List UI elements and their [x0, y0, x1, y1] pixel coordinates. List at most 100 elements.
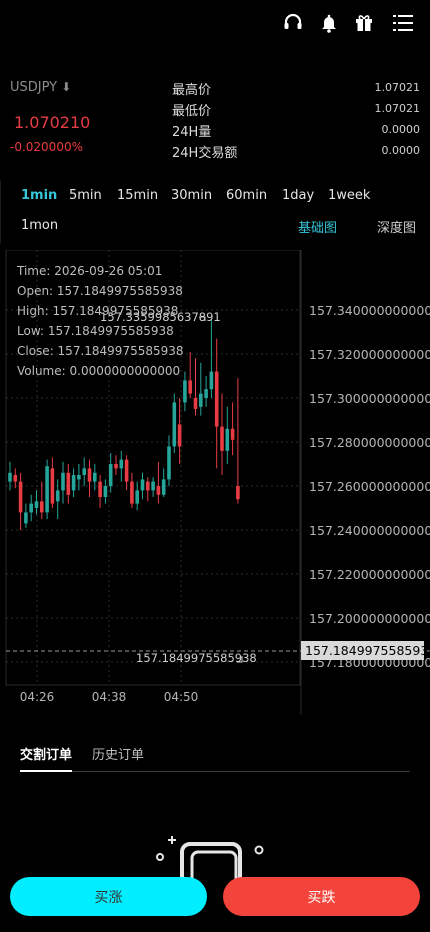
candle-body	[220, 426, 224, 451]
candle-body	[55, 490, 60, 502]
y-tick-label: 157.2600000000000	[309, 479, 430, 494]
candle-body	[177, 424, 182, 447]
period-5min[interactable]: 5min	[69, 188, 102, 203]
candle-body	[135, 490, 139, 504]
ohlc-volume: Volume: 0.0000000000000	[17, 364, 181, 378]
candle-body	[172, 402, 177, 447]
candle-body	[8, 472, 12, 482]
ohlc-high: High: 157.1849975585938	[17, 304, 179, 318]
candle-body	[140, 479, 145, 491]
x-tick-label: 04:50	[164, 690, 199, 704]
candle-body	[66, 472, 71, 495]
candle-body	[13, 475, 18, 482]
y-tick-label: 157.3400000000000	[309, 303, 430, 318]
gift-icon[interactable]	[353, 12, 375, 34]
candle-body	[151, 481, 155, 491]
order-tabs: 交割订单 历史订单	[20, 740, 410, 772]
candle-body	[225, 428, 230, 451]
chart-canvas[interactable]: 157.3400000000000 157.3200000000000 157.30…	[0, 250, 430, 715]
candle-body	[156, 486, 161, 495]
period-1min[interactable]: 1min	[21, 188, 57, 203]
stat-high-label: 最高价	[172, 83, 212, 98]
candle-body	[77, 475, 81, 480]
y-tick-label: 157.2200000000000	[309, 567, 430, 582]
buy-down-button[interactable]: 买跌	[223, 877, 420, 916]
tab-history-orders[interactable]: 历史订单	[92, 744, 144, 763]
candle-body	[209, 371, 214, 390]
candle-body	[114, 464, 118, 469]
candle-body	[87, 468, 92, 482]
ticker-panel: USDJPY ⬇ 1.070210 -0.020000% 最高价 1.07021…	[0, 78, 430, 170]
candle-body	[204, 389, 208, 398]
candle-body	[50, 468, 55, 504]
candle-body	[236, 486, 240, 500]
candlestick-chart[interactable]: 157.3400000000000 157.3200000000000 157.30…	[0, 250, 430, 715]
chart-type-basic[interactable]: 基础图	[298, 217, 337, 236]
header-actions	[0, 12, 430, 36]
ohlc-close: Close: 157.1849975585938	[17, 344, 184, 358]
symbol-label: USDJPY	[10, 80, 58, 95]
last-price-label: 157.1849975585938	[136, 651, 257, 665]
y-tick-label: 157.3000000000000	[309, 391, 430, 406]
y-tick-label: 157.2000000000000	[309, 611, 430, 626]
price-change: -0.020000%	[10, 140, 83, 154]
stat-low-label: 最低价	[172, 104, 212, 119]
x-tick-label: 04:38	[92, 690, 127, 704]
candle-body	[183, 380, 187, 403]
candle-body	[82, 468, 86, 475]
period-1day[interactable]: 1day	[282, 188, 314, 203]
candle-body	[98, 481, 102, 497]
y-tick-label: 157.2800000000000	[309, 435, 430, 450]
tab-delivery-orders[interactable]: 交割订单	[20, 744, 72, 763]
candle-body	[146, 481, 150, 491]
candle-body	[29, 503, 33, 513]
candle-body	[161, 479, 166, 495]
ohlc-low: Low: 157.1849975585938	[17, 324, 174, 338]
candle-body	[93, 472, 97, 482]
headset-icon[interactable]	[282, 12, 304, 34]
empty-state-icon	[150, 830, 270, 886]
candle-body	[130, 481, 134, 504]
candle-body	[71, 475, 76, 491]
candle-body	[40, 501, 44, 513]
tab-underline	[20, 770, 72, 772]
period-15min[interactable]: 15min	[117, 188, 158, 203]
candle-body	[34, 501, 39, 508]
price-tag-label: 157.1849975585938	[305, 643, 430, 658]
ohlc-time: Time: 2026-09-26 05:01	[17, 264, 163, 278]
stat-volume-label: 24H量	[172, 125, 212, 140]
period-30min[interactable]: 30min	[171, 188, 212, 203]
candle-body	[119, 459, 124, 469]
candle-body	[61, 472, 65, 491]
period-1week[interactable]: 1week	[328, 188, 370, 203]
period-60min[interactable]: 60min	[226, 188, 267, 203]
bell-icon[interactable]	[318, 12, 340, 34]
candle-body	[230, 428, 235, 440]
stat-turnover-label: 24H交易额	[172, 146, 238, 161]
x-tick-label: 04:26	[20, 690, 55, 704]
candle-body	[193, 398, 198, 409]
symbol-selector[interactable]: USDJPY ⬇	[10, 80, 71, 95]
stat-turnover-value: 0.0000	[381, 144, 421, 157]
candle-body	[24, 512, 28, 524]
chart-type-depth[interactable]: 深度图	[377, 217, 416, 236]
candle-body	[214, 371, 219, 427]
stat-volume-value: 0.0000	[381, 123, 421, 136]
stat-high-value: 1.07021	[374, 81, 421, 94]
candle-body	[18, 481, 23, 513]
candle-body	[45, 466, 49, 513]
candle-body	[124, 459, 129, 482]
y-tick-label: 157.3200000000000	[309, 347, 430, 362]
stat-low-value: 1.07021	[374, 102, 421, 115]
last-price: 1.070210	[14, 113, 91, 132]
candle-body	[108, 464, 113, 486]
menu-icon[interactable]	[392, 12, 414, 34]
buy-up-button[interactable]: 买涨	[10, 877, 207, 916]
period-1mon[interactable]: 1mon	[21, 218, 58, 233]
candle-body	[188, 380, 192, 394]
period-bar: 1min 5min 15min 30min 60min 1day 1week 1…	[0, 180, 430, 244]
candle-body	[103, 486, 108, 497]
arrow-down-icon: ⬇	[61, 80, 72, 94]
ohlc-open: Open: 157.1849975585938	[17, 284, 183, 298]
y-tick-label: 157.2400000000000	[309, 523, 430, 538]
